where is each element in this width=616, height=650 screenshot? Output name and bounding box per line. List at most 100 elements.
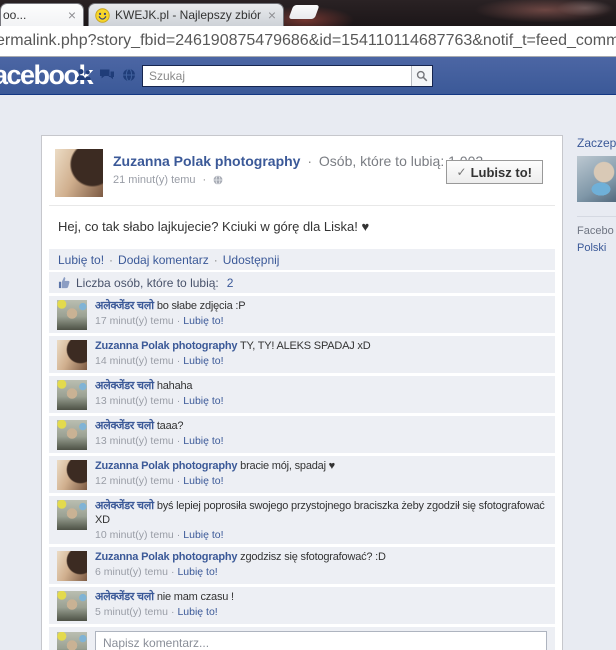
- like-link[interactable]: Lubię to!: [58, 253, 104, 267]
- tab-close-icon[interactable]: ×: [64, 5, 83, 25]
- comment-author-link[interactable]: Zuzanna Polak photography: [95, 460, 237, 472]
- sidebar-photo-thumbnail[interactable]: [577, 156, 616, 202]
- like-page-button-label: Lubisz to!: [471, 165, 532, 180]
- facebook-header: acebook: [0, 57, 616, 95]
- comment-timestamp: 14 minut(y) temu: [95, 355, 174, 367]
- comment-like-link[interactable]: Lubię to!: [183, 355, 223, 367]
- privacy-globe-icon: [213, 175, 223, 185]
- browser-tab-strip: oo... × KWEJK.pl - Najlepszy zbiór c ×: [0, 0, 616, 26]
- comment-meta: 14 minut(y) temu·Lubię to!: [95, 355, 547, 367]
- comment-meta: 13 minut(y) temu·Lubię to!: [95, 395, 547, 407]
- comment-list: अलेक्जेंडर चलो bo słabe zdjęcia :P 17 mi…: [49, 296, 555, 624]
- post-timestamp: 21 minut(y) temu: [113, 174, 196, 186]
- add-comment-link[interactable]: Dodaj komentarz: [118, 253, 209, 267]
- check-icon: ✓: [457, 165, 467, 179]
- comment-input[interactable]: [95, 631, 547, 650]
- commenter-avatar[interactable]: [57, 420, 87, 450]
- page-background: Zuzanna Polak photography · Osób, które …: [0, 96, 616, 650]
- comment-timestamp: 5 minut(y) temu: [95, 606, 168, 618]
- comment-text: zgodzisz się sfotografować? :D: [240, 551, 386, 563]
- comment-text: nie mam czasu !: [157, 591, 234, 603]
- post-actions-bar: Lubię to! · Dodaj komentarz · Udostępnij: [49, 249, 555, 270]
- tab-close-icon[interactable]: ×: [264, 5, 283, 25]
- comment-author-link[interactable]: अलेक्जेंडर चलो: [95, 500, 154, 512]
- thumb-up-icon: [58, 276, 71, 289]
- comment-row: Zuzanna Polak photography bracie mój, sp…: [49, 456, 555, 493]
- comment-timestamp: 12 minut(y) temu: [95, 475, 174, 487]
- comment-timestamp: 17 minut(y) temu: [95, 315, 174, 327]
- commenter-avatar[interactable]: [57, 340, 87, 370]
- comment-row: Zuzanna Polak photography TY, TY! ALEKS …: [49, 336, 555, 373]
- comment-like-link[interactable]: Lubię to!: [183, 395, 223, 407]
- comment-timestamp: 10 minut(y) temu: [95, 529, 174, 541]
- commenter-avatar[interactable]: [57, 500, 87, 530]
- comment-row: Zuzanna Polak photography zgodzisz się s…: [49, 547, 555, 584]
- search-input[interactable]: [143, 66, 411, 86]
- comment-timestamp: 13 minut(y) temu: [95, 435, 174, 447]
- comment-author-link[interactable]: अलेक्जेंडर चलो: [95, 380, 154, 392]
- messages-icon[interactable]: [99, 68, 115, 82]
- commenter-avatar[interactable]: [57, 460, 87, 490]
- comment-author-link[interactable]: अलेक्जेंडर चलो: [95, 300, 154, 312]
- language-link[interactable]: Polski: [577, 242, 616, 254]
- current-user-avatar[interactable]: [57, 632, 87, 650]
- comment-meta: 5 minut(y) temu·Lubię to!: [95, 606, 547, 618]
- likes-count-link[interactable]: 2: [227, 276, 234, 290]
- comment-like-link[interactable]: Lubię to!: [177, 566, 217, 578]
- comment-timestamp: 13 minut(y) temu: [95, 395, 174, 407]
- browser-tab-kwejk[interactable]: KWEJK.pl - Najlepszy zbiór c ×: [88, 3, 284, 26]
- post-author-link[interactable]: Zuzanna Polak photography: [113, 153, 300, 169]
- comment-row: अलेक्जेंडर चलो byś lepiej poprosiła swoj…: [49, 496, 555, 544]
- comment-author-link[interactable]: अलेक्जेंडर चलो: [95, 591, 154, 603]
- post-message: Hej, co tak słabo lajkujecie? Kciuki w g…: [49, 206, 555, 247]
- comment-author-link[interactable]: Zuzanna Polak photography: [95, 340, 237, 352]
- browser-tab-facebook[interactable]: oo... ×: [0, 3, 84, 26]
- sidebar-divider: [577, 216, 616, 217]
- commenter-avatar[interactable]: [57, 551, 87, 581]
- dot-separator: ·: [307, 153, 312, 169]
- search-icon[interactable]: [411, 66, 432, 86]
- comment-author-link[interactable]: Zuzanna Polak photography: [95, 551, 237, 563]
- right-sidebar: Zaczepk Facebo Polski: [577, 136, 616, 254]
- comment-like-link[interactable]: Lubię to!: [177, 606, 217, 618]
- likes-count-bar: Liczba osób, które to lubią:2: [49, 272, 555, 293]
- like-page-button[interactable]: ✓ Lubisz to!: [446, 160, 543, 184]
- share-link[interactable]: Udostępnij: [223, 253, 280, 267]
- commenter-avatar[interactable]: [57, 380, 87, 410]
- tab-title: KWEJK.pl - Najlepszy zbiór c: [110, 8, 264, 22]
- comment-text: TY, TY! ALEKS SPADAJ xD: [240, 340, 371, 352]
- dot-separator: ·: [214, 253, 218, 267]
- comment-like-link[interactable]: Lubię to!: [183, 529, 223, 541]
- new-tab-button[interactable]: [288, 5, 319, 19]
- comment-meta: 12 minut(y) temu·Lubię to!: [95, 475, 547, 487]
- comment-meta: 6 minut(y) temu·Lubię to!: [95, 566, 547, 578]
- notifications-globe-icon[interactable]: [121, 68, 137, 82]
- friend-requests-icon[interactable]: [76, 68, 92, 82]
- post-header: Zuzanna Polak photography · Osób, które …: [49, 144, 555, 206]
- commenter-avatar[interactable]: [57, 300, 87, 330]
- comment-row: अलेक्जेंडर चलो taaa? 13 minut(y) temu·Lu…: [49, 416, 555, 453]
- comment-like-link[interactable]: Lubię to!: [183, 475, 223, 487]
- comment-text: byś lepiej poprosiła swojego przystojneg…: [95, 500, 545, 526]
- comment-row: अलेक्जेंडर चलो bo słabe zdjęcia :P 17 mi…: [49, 296, 555, 333]
- comment-text: bracie mój, spadaj ♥: [240, 460, 335, 472]
- dot-separator: ·: [203, 174, 207, 186]
- search-box: [142, 65, 433, 87]
- post-author-avatar[interactable]: [55, 149, 103, 197]
- sidebar-heading-link[interactable]: Zaczepk: [577, 136, 616, 150]
- dot-separator: ·: [109, 253, 113, 267]
- comment-meta: 13 minut(y) temu·Lubię to!: [95, 435, 547, 447]
- comment-row: अलेक्जेंडर चलो nie mam czasu ! 5 minut(y…: [49, 587, 555, 624]
- comment-like-link[interactable]: Lubię to!: [183, 435, 223, 447]
- comment-input-row: [49, 627, 555, 650]
- comment-text: bo słabe zdjęcia :P: [157, 300, 246, 312]
- url-text: ermalink.php?story_fbid=246190875479686&…: [0, 26, 616, 56]
- comment-like-link[interactable]: Lubię to!: [183, 315, 223, 327]
- sidebar-footer-text: Facebo: [577, 225, 616, 237]
- commenter-avatar[interactable]: [57, 591, 87, 621]
- address-bar[interactable]: ermalink.php?story_fbid=246190875479686&…: [0, 26, 616, 57]
- post-card: Zuzanna Polak photography · Osób, które …: [41, 135, 563, 650]
- comment-author-link[interactable]: अलेक्जेंडर चलो: [95, 420, 154, 432]
- smiley-favicon-icon: [95, 8, 110, 23]
- comment-meta: 10 minut(y) temu·Lubię to!: [95, 529, 547, 541]
